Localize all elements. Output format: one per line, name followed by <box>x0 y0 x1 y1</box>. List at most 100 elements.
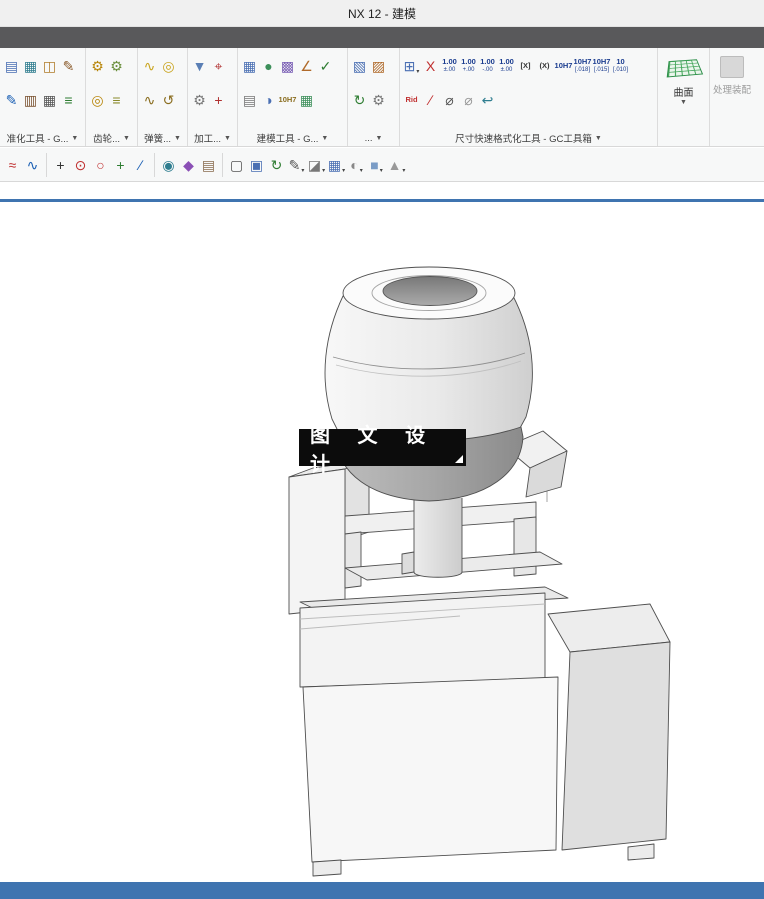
gear-icon[interactable]: ⚙ <box>107 52 126 80</box>
pencil-tool-icon[interactable]: ✎ ▾ <box>287 151 306 179</box>
refresh-icon[interactable]: ↻ <box>350 86 369 114</box>
icon-glyph: ✎ <box>62 57 75 74</box>
circle-center-icon[interactable]: ⊙ <box>71 151 90 179</box>
strike-dim-icon[interactable]: ∕ <box>421 86 440 114</box>
half-view-icon[interactable]: ◑ <box>259 86 278 114</box>
dropdown-caret[interactable]: ▾ <box>380 167 383 174</box>
gear-rack-icon[interactable]: ≡ <box>107 86 126 114</box>
chevron-down-icon[interactable]: ▼ <box>680 99 687 106</box>
tolerance-plusminus-icon[interactable]: 1.00 ±.00 <box>440 52 459 80</box>
spring-icon[interactable]: ∿ <box>140 52 159 80</box>
ribbon-group-label-machining[interactable]: 加工... ▼ <box>188 130 237 146</box>
studio-spline-icon[interactable]: ∿ <box>23 151 42 179</box>
angle-measure-icon[interactable]: ∠ <box>297 52 316 80</box>
data-import-icon[interactable]: ▧ <box>350 52 369 80</box>
ref-circle-icon[interactable]: ○ <box>91 151 110 179</box>
compression-spring-icon[interactable]: ∿ <box>140 86 159 114</box>
internal-gear-icon[interactable]: ◎ <box>88 86 107 114</box>
snapshot-icon[interactable]: ▣ <box>247 151 266 179</box>
icon-glyph: ▢ <box>229 156 244 173</box>
process-assembly-button[interactable]: 处理装配 <box>705 56 759 96</box>
fit-h7-icon[interactable]: 10H7 <box>554 52 573 80</box>
sheet-icon[interactable]: ▥ <box>21 86 40 114</box>
shaded-face-icon[interactable]: ◐ ▾ <box>347 151 366 179</box>
torsion-spring-icon[interactable]: ↺ <box>159 86 178 114</box>
notes-icon[interactable]: ▤ <box>240 86 259 114</box>
fit-h7-limits-icon[interactable]: 10H7 [.015] <box>592 52 611 80</box>
probe-icon[interactable]: + <box>209 86 228 114</box>
table-icon[interactable]: ▦ <box>40 86 59 114</box>
solid-cube-icon[interactable]: ■ ▾ <box>367 151 386 179</box>
icon-glyph: 10H7 <box>573 57 592 67</box>
window-title: NX 12 - 建模 <box>347 6 417 21</box>
standard-parts-icon[interactable]: ▤ <box>2 52 21 80</box>
pen-icon[interactable]: ✎ <box>2 86 21 114</box>
ribbon-group-label-gears[interactable]: 齿轮... ▼ <box>86 130 137 146</box>
watermark-text: 图 文 设 计 <box>310 424 437 476</box>
check-icon[interactable]: ✓ <box>316 52 335 80</box>
icon-glyph: 10 <box>616 57 625 67</box>
reference-dim-icon[interactable]: (X) <box>535 52 554 80</box>
return-icon[interactable]: ↩ <box>478 86 497 114</box>
diameter-icon[interactable]: ⌀ <box>440 86 459 114</box>
stamp-icon[interactable]: ◫ <box>40 52 59 80</box>
target-icon[interactable]: ⌖ <box>209 52 228 80</box>
surface-curve-icon[interactable]: ◉ <box>159 151 178 179</box>
fit-h7-tol-icon[interactable]: 10H7 [.018] <box>573 52 592 80</box>
dropdown-caret[interactable]: ▾ <box>402 167 405 174</box>
data-export-icon[interactable]: ▨ <box>369 52 388 80</box>
dropdown-caret[interactable]: ▾ <box>416 68 419 75</box>
plus-icon[interactable]: + <box>111 151 130 179</box>
ribbon-group-label-springs[interactable]: 弹簧... ▼ <box>138 130 187 146</box>
surface-panel-button[interactable]: 曲面 ▼ <box>658 48 710 146</box>
chevron-down-icon: ▼ <box>173 134 181 142</box>
diameter-alt-icon[interactable]: ⌀ <box>459 86 478 114</box>
part-family-icon[interactable]: ▦ <box>21 52 40 80</box>
boxed-dim-icon[interactable]: [X] <box>516 52 535 80</box>
fit-10-icon[interactable]: 10 [.010] <box>611 52 630 80</box>
icon-glyph: ▦ <box>299 91 314 108</box>
edit-note-icon[interactable]: ✎ <box>59 52 78 80</box>
icon-glyph: ⚙ <box>91 57 104 74</box>
dim-style-icon[interactable]: ⊞ ▾ <box>402 52 421 80</box>
ribbon-group-label-standards[interactable]: 准化工具 - G... ▼ <box>0 130 85 146</box>
point-icon[interactable]: + <box>51 151 70 179</box>
assembly-icon <box>720 56 744 78</box>
line-icon[interactable]: ∕ <box>131 151 150 179</box>
mill-icon[interactable]: ⚙ <box>190 86 209 114</box>
cone-icon[interactable]: ▲ ▾ <box>387 151 406 179</box>
dropdown-caret[interactable]: ▾ <box>301 167 304 174</box>
gear-pair-icon[interactable]: ⚙ <box>88 52 107 80</box>
remove-tolerance-icon[interactable]: X <box>421 52 440 80</box>
machine-base <box>288 447 671 877</box>
settings-icon[interactable]: ⚙ <box>369 86 388 114</box>
erase-tool-icon[interactable]: ◪ ▾ <box>307 151 326 179</box>
quick-access-strip <box>0 27 764 48</box>
layout-icon[interactable]: ▦ ▾ <box>327 151 346 179</box>
rid-icon[interactable]: Rid <box>402 86 421 114</box>
ribbon-group-label-gc-data[interactable]: ... ▼ <box>348 130 399 146</box>
sphere-icon[interactable]: ● <box>259 52 278 80</box>
fit-spline-icon[interactable]: ≈ <box>3 151 22 179</box>
ribbon-group-label-dim-format[interactable]: 尺寸快速格式化工具 - GC工具箱 ▼ <box>400 130 657 146</box>
gem-icon[interactable]: ◆ <box>179 151 198 179</box>
dropdown-caret[interactable]: ▾ <box>342 167 345 174</box>
dropdown-caret[interactable]: ▾ <box>360 167 363 174</box>
grid-icon[interactable]: ▦ <box>297 86 316 114</box>
fit-tag-icon[interactable]: 10H7 <box>278 86 297 114</box>
coil-icon[interactable]: ◎ <box>159 52 178 80</box>
block-icon[interactable]: ▦ <box>240 52 259 80</box>
pattern-icon[interactable]: ▩ <box>278 52 297 80</box>
ribbon-group-label-modeling-tools[interactable]: 建模工具 - G... ▼ <box>238 130 347 146</box>
tolerance-upper-icon[interactable]: 1.00 +.00 <box>459 52 478 80</box>
separator <box>154 152 155 177</box>
drill-icon[interactable]: ▼ <box>190 52 209 80</box>
tolerance-lower-icon[interactable]: 1.00 -.00 <box>478 52 497 80</box>
list-icon[interactable]: ≡ <box>59 86 78 114</box>
dropdown-caret[interactable]: ▾ <box>322 167 325 174</box>
window-select-icon[interactable]: ▢ <box>227 151 246 179</box>
graphics-window[interactable]: 图 文 设 计 <box>0 202 764 882</box>
tolerance-limits-icon[interactable]: 1.00 ±.00 <box>497 52 516 80</box>
notebook-icon[interactable]: ▤ <box>199 151 218 179</box>
rotate-view-icon[interactable]: ↻ <box>267 151 286 179</box>
